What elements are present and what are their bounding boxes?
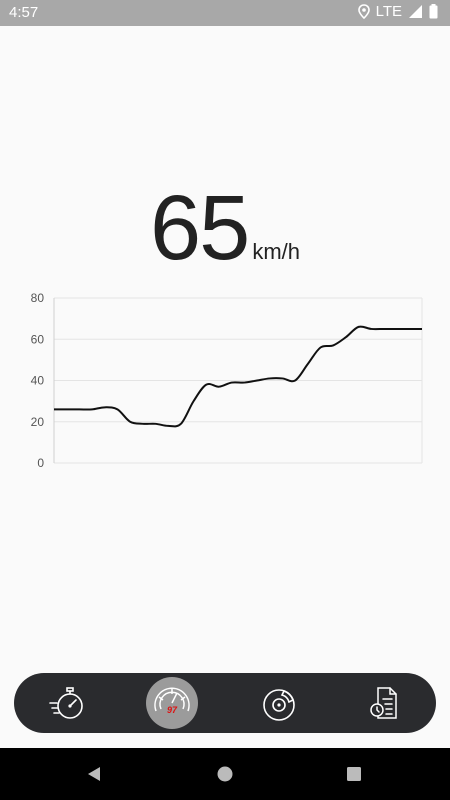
y-tick-label: 40 (31, 374, 45, 388)
signal-icon (409, 5, 422, 18)
recents-icon (347, 767, 361, 781)
battery-icon (429, 4, 438, 19)
speed-series-line (53, 325, 422, 428)
network-type: LTE (375, 3, 402, 20)
status-bar: 4:57 LTE (0, 0, 450, 26)
recents-button[interactable] (342, 762, 366, 786)
nav-history[interactable] (354, 673, 414, 733)
stopwatch-icon (49, 687, 83, 719)
back-icon (88, 767, 100, 781)
system-nav-bar (0, 748, 450, 800)
y-tick-label: 80 (31, 291, 45, 305)
speed-value: 65 (149, 177, 250, 279)
nav-stopwatch[interactable] (36, 673, 96, 733)
home-icon (217, 766, 233, 782)
history-icon (370, 687, 397, 719)
nav-speedometer[interactable]: 97 (146, 677, 198, 729)
speed-unit: km/h (252, 239, 301, 264)
speed-chart: 80 60 40 20 0 (31, 291, 423, 470)
gauge-badge: 97 (167, 705, 178, 715)
y-tick-label: 20 (31, 415, 45, 429)
bottom-nav: 97 (14, 673, 436, 733)
back-button[interactable] (82, 762, 106, 786)
y-tick-label: 60 (31, 332, 45, 346)
location-icon (357, 4, 370, 19)
status-time: 4:57 (9, 4, 39, 21)
y-tick-label: 0 (37, 456, 44, 470)
speedometer-icon: 97 (154, 687, 190, 715)
brake-disc-icon (263, 689, 295, 721)
speed-display: 65 km/h (0, 182, 450, 274)
home-button[interactable] (213, 762, 237, 786)
status-indicators: LTE (357, 3, 438, 20)
nav-brake-disc[interactable] (250, 673, 310, 733)
